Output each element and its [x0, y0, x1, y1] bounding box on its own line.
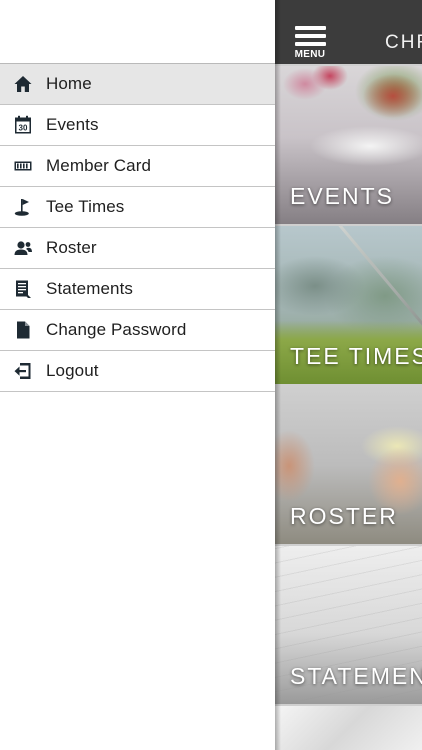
hamburger-icon [294, 26, 326, 30]
tile-partial[interactable] [275, 706, 422, 750]
drawer-item-label: Roster [46, 238, 97, 257]
drawer-item-change-password[interactable]: Change Password [0, 310, 275, 351]
tile-label: EVENTS [290, 183, 395, 209]
drawer-item-label: Statements [46, 279, 133, 298]
menu-button[interactable]: MENU [293, 26, 327, 62]
tile-label: TEE TIMES [290, 343, 422, 369]
drawer-item-label: Home [46, 74, 92, 93]
drawer-item-label: Member Card [46, 156, 152, 175]
menu-button-label: MENU [294, 49, 326, 60]
tile-label: STATEMENTS [290, 663, 422, 689]
drawer-item-label: Tee Times [46, 197, 125, 216]
statement-icon [0, 269, 46, 310]
drawer-item-label: Events [46, 115, 99, 134]
tile-roster[interactable]: ROSTER [275, 386, 422, 544]
drawer-item-events[interactable]: 30 Events [0, 105, 275, 146]
drawer-item-label: Logout [46, 361, 99, 380]
drawer-item-label: Change Password [46, 320, 187, 339]
drawer-item-roster[interactable]: Roster [0, 228, 275, 269]
tile-tee-times[interactable]: TEE TIMES [275, 226, 422, 384]
svg-text:30: 30 [19, 124, 28, 133]
card-icon [0, 146, 46, 187]
calendar-icon: 30 [0, 105, 46, 146]
drawer-item-member-card[interactable]: Member Card [0, 146, 275, 187]
tile-statements[interactable]: STATEMENTS [275, 546, 422, 704]
drawer-item-home[interactable]: Home [0, 64, 275, 105]
document-icon [0, 310, 46, 351]
drawer-item-statements[interactable]: Statements [0, 269, 275, 310]
drawer-item-tee-times[interactable]: Tee Times [0, 187, 275, 228]
drawer-menu: Home 30 Events Member Card Tee Times Ros… [0, 64, 275, 392]
hamburger-icon [294, 34, 326, 38]
main-content: MENU CHR EVENTS TEE TIMES ROSTER STATEME… [275, 0, 422, 750]
app-title: CHR [385, 32, 422, 53]
people-icon [0, 228, 46, 269]
logout-icon [0, 351, 46, 392]
tile-label: ROSTER [290, 503, 398, 529]
hamburger-icon [294, 42, 326, 46]
navigation-drawer: Home 30 Events Member Card Tee Times Ros… [0, 0, 275, 750]
tile-events[interactable]: EVENTS [275, 66, 422, 224]
golf-flag-icon [0, 187, 46, 228]
drawer-item-logout[interactable]: Logout [0, 351, 275, 392]
home-icon [0, 64, 46, 105]
top-bar: MENU CHR [275, 0, 422, 64]
drawer-header [0, 0, 275, 64]
